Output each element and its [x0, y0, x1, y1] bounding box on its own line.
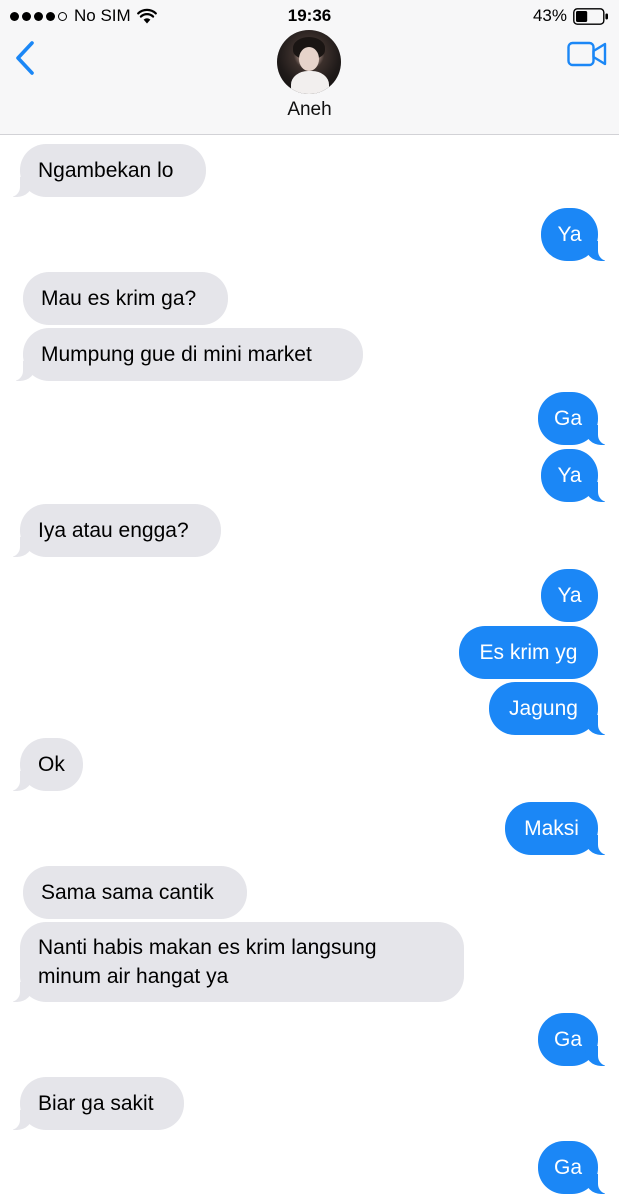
message-text: Ga	[554, 1156, 583, 1179]
video-camera-icon[interactable]	[567, 40, 607, 68]
message-text: Es krim yg	[479, 641, 578, 664]
contact-name[interactable]: Aneh	[0, 99, 619, 121]
status-bar: No SIM 19:36 43%	[0, 0, 619, 32]
outgoing-message-bubble[interactable]: Ga	[538, 1141, 611, 1194]
message-text: Nanti habis makan es krim langsung minum…	[38, 936, 377, 988]
message-text: Ya	[557, 584, 582, 607]
message-text: Ya	[557, 223, 582, 246]
message-text: Jagung	[509, 697, 578, 720]
message-text: Iya atau engga?	[38, 519, 189, 542]
incoming-message-bubble[interactable]: Nanti habis makan es krim langsung minum…	[7, 922, 464, 1002]
incoming-message-bubble[interactable]: Ok	[7, 738, 83, 791]
status-time: 19:36	[287, 6, 332, 25]
incoming-message-bubble[interactable]: Biar ga sakit	[7, 1077, 184, 1130]
incoming-message-bubble[interactable]: Sama sama cantik	[23, 866, 247, 919]
incoming-message-bubble[interactable]: Ngambekan lo	[7, 144, 206, 197]
outgoing-message-bubble[interactable]: Ya	[541, 208, 611, 261]
battery-percentage: 43%	[532, 6, 567, 25]
message-text: Sama sama cantik	[41, 881, 214, 904]
message-text: Ga	[554, 1028, 583, 1051]
message-text: Ok	[38, 753, 65, 776]
battery-icon	[573, 7, 608, 25]
avatar-face	[299, 47, 319, 71]
message-text: Mau es krim ga?	[41, 287, 197, 310]
message-text: Mumpung gue di mini market	[41, 343, 312, 366]
back-chevron-icon[interactable]	[12, 38, 38, 78]
outgoing-message-bubble[interactable]: Jagung	[489, 682, 611, 735]
outgoing-message-bubble[interactable]: Maksi	[505, 802, 611, 855]
message-text: Maksi	[524, 817, 579, 840]
contact-avatar[interactable]	[277, 30, 341, 94]
avatar-shirt	[291, 71, 329, 94]
outgoing-message-bubble[interactable]: Ya	[541, 449, 611, 502]
message-text: Biar ga sakit	[38, 1092, 154, 1115]
conversation-header: No SIM 19:36 43% Aneh	[0, 0, 619, 135]
incoming-message-bubble[interactable]: Mau es krim ga?	[23, 272, 228, 325]
outgoing-message-bubble[interactable]: Es krim yg	[459, 626, 598, 679]
status-right: 43%	[533, 0, 609, 32]
incoming-message-bubble[interactable]: Iya atau engga?	[7, 504, 221, 557]
outgoing-message-bubble[interactable]: Ga	[538, 1013, 611, 1066]
message-thread[interactable]: Ngambekan lo Ya Mau es krim ga? Mumpung gue…	[0, 136, 619, 1200]
message-text: Ga	[554, 407, 583, 430]
message-text: Ya	[557, 464, 582, 487]
message-text: Ngambekan lo	[38, 159, 174, 182]
incoming-message-bubble[interactable]: Mumpung gue di mini market	[10, 328, 363, 381]
outgoing-message-bubble[interactable]: Ga	[538, 392, 611, 445]
outgoing-message-bubble[interactable]: Ya	[541, 569, 598, 622]
